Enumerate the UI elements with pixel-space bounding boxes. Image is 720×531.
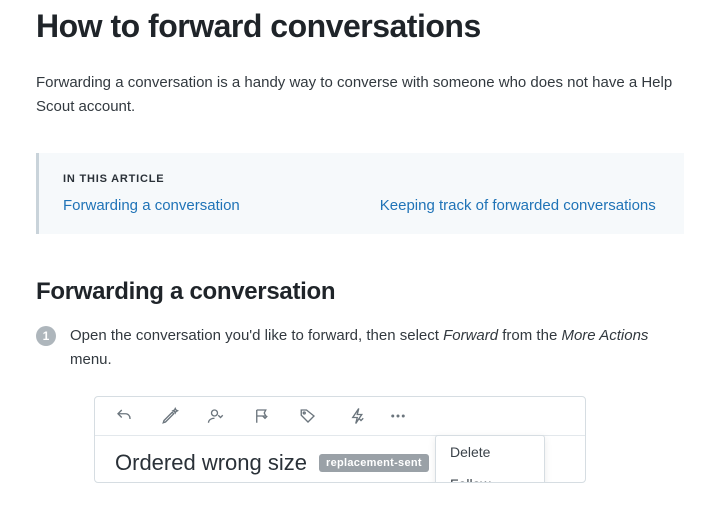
page-title: How to forward conversations (36, 8, 684, 45)
intro-paragraph: Forwarding a conversation is a handy way… (36, 71, 684, 119)
step-text-part2: from the (498, 327, 561, 344)
app-screenshot: Delete Follow Ordered wrong size replace… (94, 396, 586, 483)
toc-link-tracking[interactable]: Keeping track of forwarded conversations (380, 197, 656, 214)
step-text-part1: Open the conversation you'd like to forw… (70, 327, 443, 344)
toc-heading: IN THIS ARTICLE (63, 173, 660, 185)
conversation-tag[interactable]: replacement-sent (319, 454, 429, 472)
dropdown-item-delete[interactable]: Delete (436, 436, 544, 468)
conversation-toolbar: Delete Follow (95, 397, 585, 436)
edit-sparkle-icon[interactable] (161, 407, 179, 425)
step-text-more-actions: More Actions (561, 327, 648, 344)
step-text-part3: menu. (70, 351, 112, 368)
step-number-badge: 1 (36, 326, 56, 346)
tag-icon[interactable] (299, 407, 317, 425)
dropdown-item-follow[interactable]: Follow (436, 468, 544, 483)
conversation-title: Ordered wrong size (115, 450, 307, 476)
workflow-lightning-icon[interactable] (349, 407, 367, 425)
toc-link-forwarding[interactable]: Forwarding a conversation (63, 197, 240, 214)
flag-icon[interactable] (253, 407, 271, 425)
step-text: Open the conversation you'd like to forw… (70, 324, 684, 372)
more-actions-dropdown: Delete Follow (435, 435, 545, 483)
step-1: 1 Open the conversation you'd like to fo… (36, 324, 684, 372)
undo-icon[interactable] (115, 407, 133, 425)
section-heading-forwarding: Forwarding a conversation (36, 278, 684, 306)
step-text-forward: Forward (443, 327, 498, 344)
assign-person-icon[interactable] (207, 407, 225, 425)
more-actions-icon[interactable] (389, 407, 407, 425)
table-of-contents: IN THIS ARTICLE Forwarding a conversatio… (36, 153, 684, 234)
